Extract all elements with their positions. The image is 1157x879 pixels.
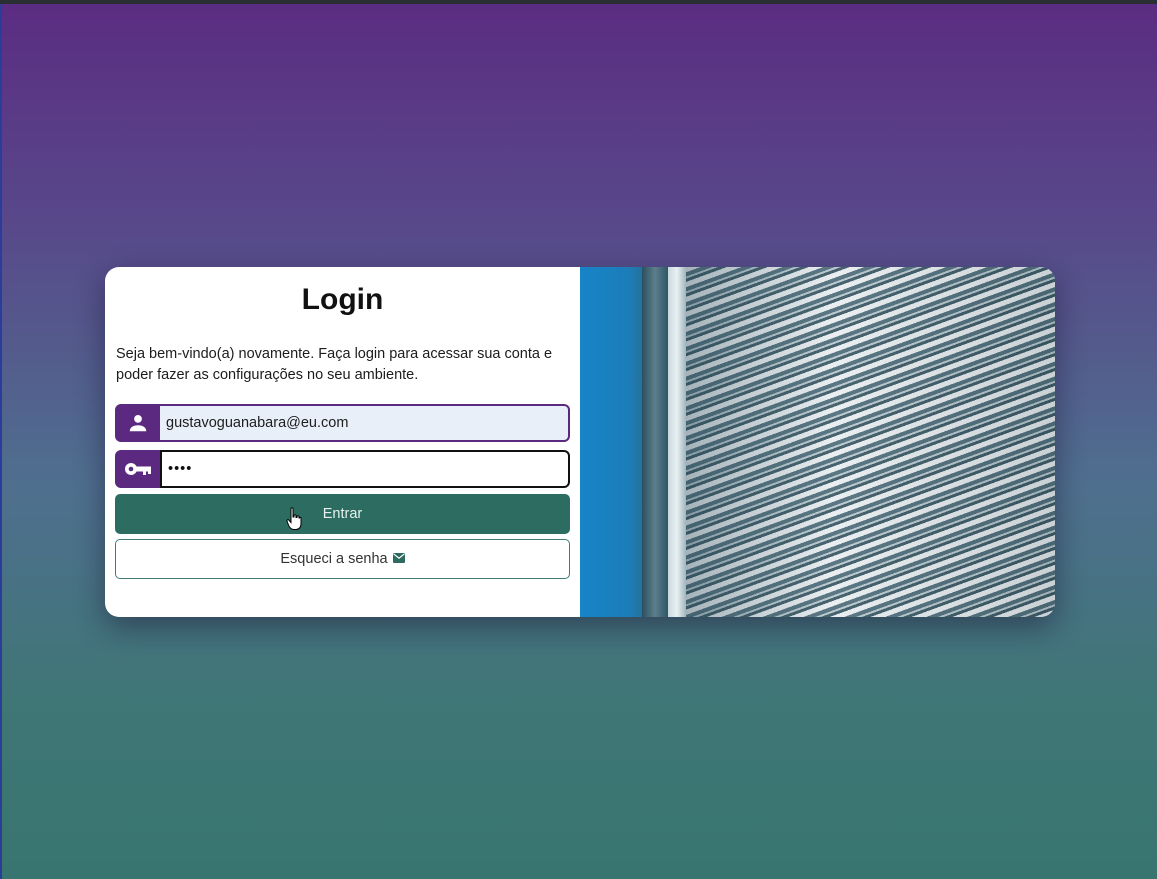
- welcome-description: Seja bem-vindo(a) novamente. Faça login …: [116, 346, 553, 383]
- email-field-group: [115, 404, 570, 442]
- login-form-panel: Login Seja bem-vindo(a) novamente. Faça …: [105, 267, 580, 617]
- forgot-password-label: Esqueci a senha: [280, 551, 388, 567]
- window-left-edge: [0, 4, 2, 879]
- email-input[interactable]: [160, 404, 570, 442]
- login-card: Login Seja bem-vindo(a) novamente. Faça …: [105, 267, 1055, 617]
- window-top-edge: [0, 0, 1157, 4]
- building-photo: [580, 267, 1055, 617]
- login-button[interactable]: Entrar: [115, 494, 570, 534]
- password-field-group: [115, 450, 570, 488]
- user-icon: [115, 404, 160, 442]
- envelope-icon: [392, 551, 405, 567]
- key-icon: [115, 450, 160, 488]
- login-title: Login: [301, 283, 384, 316]
- hand-cursor-icon: [286, 507, 302, 530]
- forgot-password-button[interactable]: Esqueci a senha: [115, 539, 570, 579]
- password-input[interactable]: [160, 450, 570, 488]
